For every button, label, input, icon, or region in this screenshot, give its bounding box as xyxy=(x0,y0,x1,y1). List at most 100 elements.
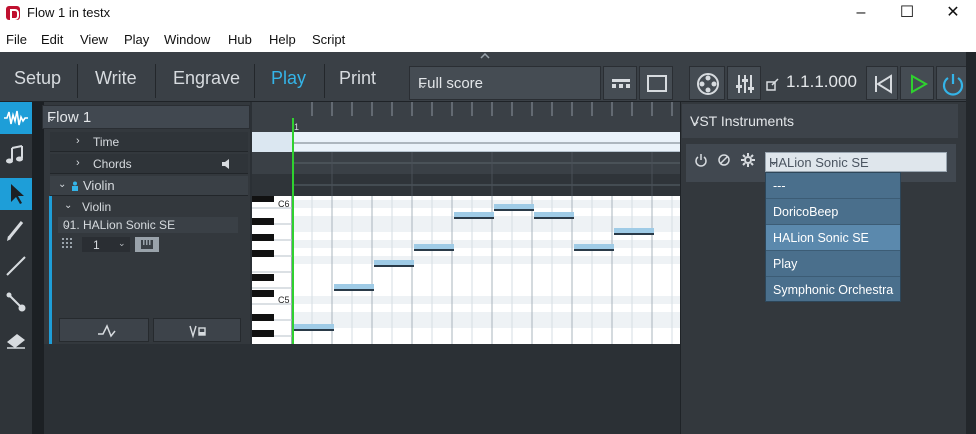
vst-plugin-selector[interactable]: HALion Sonic SE ⌄ xyxy=(765,152,947,172)
dropdown-option-label: --- xyxy=(773,179,786,193)
music-note-icon xyxy=(6,145,23,164)
galley-view-button[interactable] xyxy=(603,66,637,100)
bypass-icon[interactable] xyxy=(717,153,731,167)
dropdown-option-symphonic-orchestra[interactable]: Symphonic Orchestra xyxy=(766,277,900,303)
dropdown-option-label: Symphonic Orchestra xyxy=(773,283,894,297)
mixer-sliders-icon xyxy=(736,75,754,93)
violin-instrument-track[interactable]: ⌄ Violin xyxy=(50,176,248,196)
piano-roll-grid[interactable] xyxy=(252,196,680,344)
toolbar-divider xyxy=(324,64,325,98)
time-lane[interactable] xyxy=(252,132,680,152)
tab-setup[interactable]: Setup xyxy=(14,68,61,89)
expand-arrow-icon: › xyxy=(76,135,80,147)
dropdown-option-doricobeep[interactable]: DoricoBeep xyxy=(766,199,900,225)
dropdown-option-play[interactable]: Play xyxy=(766,251,900,277)
channel-value: 1 xyxy=(93,238,100,252)
violin-lane[interactable] xyxy=(252,174,680,196)
grid-icon xyxy=(62,238,72,248)
select-tool[interactable] xyxy=(0,178,32,210)
line-tool[interactable] xyxy=(0,250,32,282)
galley-view-icon xyxy=(612,79,630,88)
tool-strip-edge xyxy=(32,102,44,434)
maximize-button[interactable]: ☐ xyxy=(884,0,930,28)
flow-selector[interactable]: Flow 1 ⌄ xyxy=(42,105,250,129)
keyboard-icon xyxy=(141,240,153,249)
menu-edit[interactable]: Edit xyxy=(41,32,63,47)
mini-transport-button[interactable] xyxy=(763,66,783,100)
menu-view[interactable]: View xyxy=(80,32,108,47)
chevron-down-icon: ⌄ xyxy=(47,112,57,124)
playhead[interactable] xyxy=(292,118,294,344)
close-button[interactable]: ✕ xyxy=(930,0,976,28)
tab-play[interactable]: Play xyxy=(271,68,306,89)
menu-file[interactable]: File xyxy=(6,32,27,47)
transport-position: 1.1.1.000 xyxy=(786,72,857,91)
time-track[interactable]: › Time xyxy=(50,132,248,152)
bar-number: 1 xyxy=(294,122,300,132)
expression-map-button[interactable] xyxy=(59,318,149,342)
tab-print[interactable]: Print xyxy=(339,68,376,89)
dropdown-option-none[interactable]: --- xyxy=(766,173,900,199)
instrument-plugin-selector[interactable]: 01. HALion Sonic SE ⌄ xyxy=(58,217,238,233)
empty-lane-area xyxy=(44,344,680,434)
menu-play[interactable]: Play xyxy=(124,32,149,47)
chevron-down-icon: ⌄ xyxy=(63,219,71,229)
chords-lane[interactable] xyxy=(252,152,680,174)
piano-keys xyxy=(252,196,292,337)
expand-arrow-icon: › xyxy=(76,157,80,169)
page-view-button[interactable] xyxy=(639,66,673,100)
menu-script[interactable]: Script xyxy=(312,32,345,47)
chevron-down-icon: ⌄ xyxy=(769,156,779,168)
layout-selector[interactable]: Full score ⌄ xyxy=(409,66,601,100)
power-icon[interactable] xyxy=(694,153,708,167)
piano-keyboard[interactable]: C6 C5 xyxy=(252,196,292,344)
arrow-pointer-icon xyxy=(11,184,24,204)
vst-instruments-header[interactable]: VST Instruments ⌄ xyxy=(682,104,958,138)
chords-track[interactable]: › Chords xyxy=(50,154,248,174)
menu-window[interactable]: Window xyxy=(164,32,210,47)
instrument-sub-label: Violin xyxy=(82,200,112,214)
vst-plugin-dropdown: --- DoricoBeep HALion Sonic SE Play Symp… xyxy=(765,172,901,302)
automation-curve-icon xyxy=(98,324,116,338)
play-button[interactable] xyxy=(900,66,934,100)
channel-selector[interactable]: 1 ⌄ xyxy=(82,237,130,252)
eraser-icon xyxy=(7,334,25,349)
video-button[interactable] xyxy=(689,66,725,100)
chevron-down-icon: ⌄ xyxy=(690,113,701,128)
playing-technique-button[interactable] xyxy=(153,318,241,342)
chords-lane-grid xyxy=(293,152,680,174)
minimize-button[interactable]: – xyxy=(838,0,884,28)
mixer-button[interactable] xyxy=(727,66,761,100)
skip-to-start-icon xyxy=(875,74,892,94)
edit-instrument-button[interactable] xyxy=(135,237,159,252)
toolbar-divider xyxy=(155,64,156,98)
rewind-button[interactable] xyxy=(866,66,898,100)
key-label-c5: C5 xyxy=(278,295,290,305)
erase-tool[interactable] xyxy=(0,324,32,356)
activate-playback-button[interactable] xyxy=(936,66,968,100)
tab-write[interactable]: Write xyxy=(95,68,137,89)
player-icon xyxy=(72,181,78,191)
tab-engrave[interactable]: Engrave xyxy=(173,68,240,89)
dropdown-option-halion-sonic-se[interactable]: HALion Sonic SE xyxy=(766,225,900,251)
menu-help[interactable]: Help xyxy=(269,32,296,47)
timeline-ruler[interactable]: 1 xyxy=(252,102,680,132)
collapse-arrow-icon[interactable]: ⌄ xyxy=(64,200,72,211)
audio-tool[interactable] xyxy=(0,102,32,134)
menu-bar: File Edit View Play Window Hub Help Scri… xyxy=(0,28,976,52)
brush-tool[interactable] xyxy=(0,286,32,318)
toolbar-divider xyxy=(254,64,255,98)
line-icon xyxy=(6,256,26,276)
draw-tool[interactable] xyxy=(0,214,32,246)
chords-track-label: Chords xyxy=(93,157,132,171)
track-selection-marker xyxy=(49,196,52,344)
brush-icon xyxy=(6,292,26,312)
window-scrollbar[interactable] xyxy=(966,52,976,434)
collapse-toolbar-icon[interactable] xyxy=(480,53,490,59)
note-input-tool[interactable] xyxy=(0,140,32,172)
gear-icon[interactable] xyxy=(740,152,756,168)
waveform-icon xyxy=(4,110,28,126)
ruler-ticks xyxy=(311,102,673,116)
speaker-icon[interactable] xyxy=(220,158,232,170)
menu-hub[interactable]: Hub xyxy=(228,32,252,47)
